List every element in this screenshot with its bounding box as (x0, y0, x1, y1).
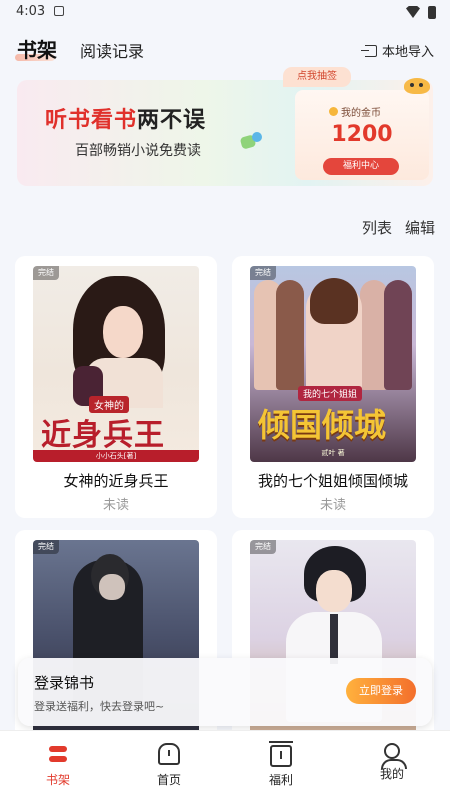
nav-item-bookshelf[interactable]: 书架 (18, 739, 98, 788)
completed-badge: 完结 (33, 540, 59, 554)
nav-label: 福利 (268, 773, 293, 787)
coin-label-text: 我的金币 (341, 108, 381, 119)
nav-item-profile[interactable]: 我的 (352, 739, 432, 782)
banner-subtitle: 百部畅销小说免费读 (75, 143, 201, 159)
bookshelf-icon (47, 743, 69, 765)
list-view-button[interactable]: 列表 (362, 217, 392, 238)
nav-item-home[interactable]: 首页 (129, 739, 209, 788)
cover-tagline: 我的七个姐姐 (298, 386, 363, 401)
login-prompt-title: 登录锦书 (34, 674, 95, 692)
nav-item-welfare[interactable]: 福利 (241, 739, 321, 788)
completed-badge: 完结 (250, 540, 276, 554)
completed-badge: 完结 (250, 266, 276, 280)
coin-label: 我的金币 (329, 104, 381, 119)
book-card[interactable]: 我的七个姐姐 倾国倾城 贰叶 著 完结 我的七个姐姐倾国倾城 未读 (232, 256, 434, 518)
tab-bookshelf[interactable]: 书架 (17, 34, 57, 63)
status-bar: 4:03 (0, 0, 450, 26)
book-title: 女神的近身兵王 (63, 472, 169, 490)
top-bar: 书架 阅读记录 本地导入 (0, 26, 450, 70)
local-import-label: 本地导入 (381, 45, 434, 60)
book-card[interactable]: 女神的 近身兵王 小小石头[著] 完结 女神的近身兵王 未读 (15, 256, 217, 518)
gift-icon (269, 741, 293, 767)
profile-icon (381, 743, 407, 769)
coin-icon (329, 107, 338, 116)
banner-title: 听书看书两不误 (45, 102, 206, 134)
nav-label: 书架 (45, 773, 70, 787)
home-icon (158, 743, 180, 765)
promo-banner[interactable]: 听书看书两不误 百部畅销小说免费读 我的金币 1200 福利中心 (17, 80, 433, 186)
tab-reading-history[interactable]: 阅读记录 (80, 38, 144, 62)
book-title: 我的七个姐姐倾国倾城 (257, 472, 408, 490)
book-cover[interactable]: 我的七个姐姐 倾国倾城 贰叶 著 完结 (250, 266, 416, 462)
battery-icon (428, 6, 436, 19)
import-icon (360, 44, 377, 57)
book-cover[interactable]: 女神的 近身兵王 小小石头[著] 完结 (33, 266, 199, 462)
nav-label: 首页 (156, 773, 181, 787)
login-prompt-subtitle: 登录送福利，快去登录吧~ (34, 700, 165, 713)
login-prompt[interactable]: 登录锦书 登录送福利，快去登录吧~ 立即登录 (18, 658, 432, 726)
login-now-button[interactable]: 立即登录 (346, 678, 416, 704)
status-time: 4:03 (16, 4, 46, 19)
book-decoration-icon (241, 132, 267, 150)
cover-title: 倾国倾城 (258, 406, 387, 444)
wifi-icon (406, 6, 420, 18)
status-icons (406, 6, 436, 19)
banner-title-highlight: 听书看书 (45, 108, 138, 133)
lottery-tag[interactable]: 点我抽签 (283, 67, 351, 87)
edit-button[interactable]: 编辑 (405, 217, 435, 238)
book-status: 未读 (319, 498, 346, 513)
cover-author: 小小石头[著] (33, 450, 199, 462)
bottom-nav: 书架 首页 福利 我的 (0, 730, 450, 797)
coin-card[interactable]: 我的金币 1200 福利中心 (295, 90, 429, 180)
cover-author: 贰叶 著 (321, 449, 345, 457)
welfare-center-button[interactable]: 福利中心 (323, 158, 399, 175)
book-status: 未读 (102, 498, 129, 513)
notification-icon (54, 6, 64, 16)
local-import-button[interactable]: 本地导入 (360, 41, 434, 60)
completed-badge: 完结 (33, 266, 59, 280)
cover-title: 近身兵王 (41, 418, 165, 453)
banner-title-rest: 两不误 (137, 108, 207, 133)
mascot-icon[interactable] (404, 78, 430, 94)
coin-value: 1200 (331, 122, 393, 147)
